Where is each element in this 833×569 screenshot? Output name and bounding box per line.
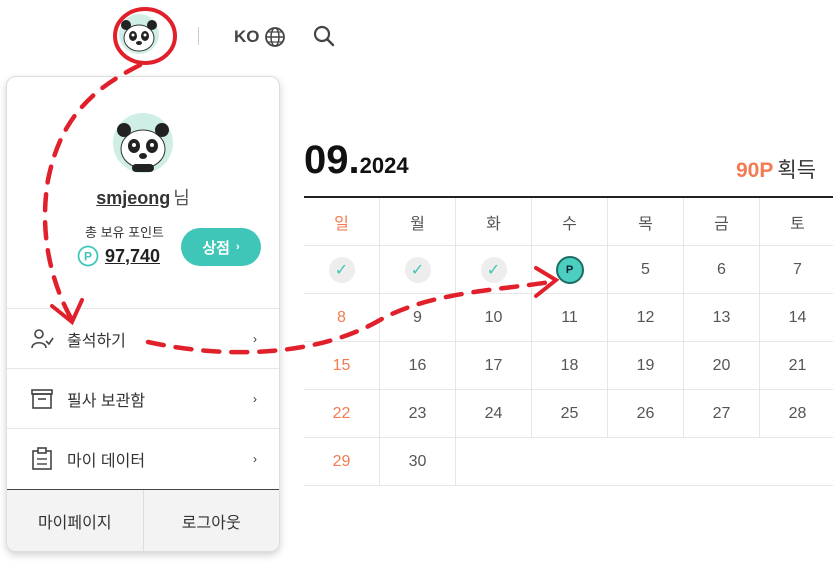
earned-points: 90P 획득 bbox=[736, 154, 816, 184]
calendar-week-row: ✓ ✓ ✓ P 5 6 7 bbox=[304, 246, 833, 294]
calendar-day: 28 bbox=[788, 404, 807, 422]
calendar-day: 27 bbox=[684, 390, 760, 437]
calendar-week-row: 15 16 17 18 19 20 21 bbox=[304, 342, 833, 390]
header-divider bbox=[198, 27, 199, 45]
earned-points-label: 획득 bbox=[777, 159, 817, 182]
calendar-year: 2024 bbox=[359, 153, 409, 178]
calendar-day: 20 bbox=[684, 342, 760, 389]
calendar-day: 22 bbox=[304, 390, 380, 437]
day-3-attended: ✓ bbox=[456, 246, 532, 293]
calendar-day: 18 bbox=[532, 342, 608, 389]
calendar-day: 14 bbox=[788, 308, 807, 326]
honorific: 님 bbox=[173, 188, 190, 208]
calendar-day: 7 bbox=[793, 260, 802, 278]
check-icon: ✓ bbox=[480, 256, 507, 283]
weekday-tue: 화 bbox=[456, 198, 532, 245]
search-icon bbox=[313, 25, 335, 47]
calendar-day: 11 bbox=[532, 294, 608, 341]
calendar-month: 09. bbox=[304, 138, 360, 182]
calendar-day-empty bbox=[756, 438, 831, 485]
weekday-header-row: 일 월 화 수 목 금 토 bbox=[304, 198, 833, 246]
calendar-day-empty bbox=[606, 438, 681, 485]
globe-icon bbox=[264, 27, 285, 47]
calendar-day: 9 bbox=[380, 294, 456, 341]
chevron-right-icon: › bbox=[253, 452, 257, 466]
day-1-attended: ✓ bbox=[304, 246, 380, 293]
calendar-day: 21 bbox=[788, 356, 807, 374]
calendar-day: 6 bbox=[684, 246, 760, 293]
calendar-day: 25 bbox=[532, 390, 608, 437]
point-coin-icon: P bbox=[77, 245, 99, 267]
calendar-day-empty bbox=[681, 438, 756, 485]
language-selector[interactable]: KO bbox=[234, 26, 286, 48]
clipboard-icon bbox=[29, 447, 55, 471]
svg-text:P: P bbox=[84, 250, 92, 264]
shop-button[interactable]: 상점 › bbox=[181, 228, 261, 266]
calendar-day: 23 bbox=[380, 390, 456, 437]
check-icon: ✓ bbox=[328, 256, 355, 283]
chevron-right-icon: › bbox=[235, 241, 240, 253]
archive-box-icon bbox=[29, 388, 55, 410]
calendar-day: 13 bbox=[684, 294, 760, 341]
points-value[interactable]: 97,740 bbox=[105, 246, 160, 267]
calendar-day-empty bbox=[456, 438, 531, 485]
calendar-day: 8 bbox=[304, 294, 380, 341]
weekday-wed: 수 bbox=[532, 198, 608, 245]
dropdown-footer: 마이페이지 로그아웃 bbox=[7, 489, 280, 551]
weekday-thu: 목 bbox=[608, 198, 684, 245]
calendar-day: 10 bbox=[456, 294, 532, 341]
calendar-day: 5 bbox=[608, 246, 684, 293]
username: smjeong bbox=[96, 188, 171, 208]
menu-item-label: 출석하기 bbox=[67, 333, 126, 350]
weekday-fri: 금 bbox=[684, 198, 760, 245]
calendar-day: 19 bbox=[608, 342, 684, 389]
calendar-day: 16 bbox=[380, 342, 456, 389]
menu-item-label: 필사 보관함 bbox=[67, 393, 146, 410]
calendar-week-row: 22 23 24 25 26 27 28 bbox=[304, 390, 833, 438]
calendar-day: 17 bbox=[456, 342, 532, 389]
weekday-mon: 월 bbox=[380, 198, 456, 245]
menu-item-my-data[interactable]: 마이 데이터 › bbox=[7, 428, 279, 489]
username-row: smjeong 님 bbox=[7, 184, 279, 210]
logout-button[interactable]: 로그아웃 bbox=[142, 490, 280, 551]
check-icon: ✓ bbox=[404, 256, 431, 283]
search-button[interactable] bbox=[312, 24, 336, 53]
day-2-attended: ✓ bbox=[380, 246, 456, 293]
calendar-week-row: 8 9 10 11 12 13 14 bbox=[304, 294, 833, 342]
calendar-day: 15 bbox=[304, 342, 380, 389]
calendar-day-empty bbox=[531, 438, 606, 485]
weekday-sat: 토 bbox=[790, 215, 805, 233]
calendar-week-row: 29 30 bbox=[304, 438, 833, 486]
profile-avatar-button[interactable] bbox=[118, 13, 160, 55]
calendar-day: 24 bbox=[456, 390, 532, 437]
shop-button-label: 상점 bbox=[202, 239, 230, 257]
points-row: P 97,740 bbox=[77, 245, 160, 267]
profile-dropdown: smjeong님 총 보유 포인트 P 97,740 상점 › 출석하기 › bbox=[6, 76, 280, 552]
attendance-calendar: 일 월 화 수 목 금 토 ✓ ✓ ✓ P 5 6 7 8 9 10 11 12… bbox=[304, 196, 833, 486]
chevron-right-icon: › bbox=[253, 332, 257, 346]
calendar-day: 30 bbox=[380, 438, 456, 485]
earned-points-value: 90P bbox=[736, 159, 774, 182]
day-4-today[interactable]: P bbox=[532, 246, 608, 293]
profile-avatar bbox=[112, 112, 174, 174]
menu-item-label: 마이 데이터 bbox=[67, 453, 146, 470]
menu-item-attendance[interactable]: 출석하기 › bbox=[7, 308, 279, 369]
chevron-right-icon: › bbox=[253, 392, 257, 406]
user-check-icon bbox=[29, 328, 55, 350]
point-badge-icon: P bbox=[555, 255, 584, 284]
weekday-sun: 일 bbox=[304, 198, 380, 245]
calendar-day: 29 bbox=[304, 438, 380, 485]
mypage-button[interactable]: 마이페이지 bbox=[7, 490, 143, 551]
calendar-month-title: 09.2024 bbox=[304, 138, 409, 183]
menu-item-archive[interactable]: 필사 보관함 › bbox=[7, 368, 279, 429]
points-label: 총 보유 포인트 bbox=[85, 225, 164, 240]
calendar-day: 12 bbox=[608, 294, 684, 341]
calendar-day: 26 bbox=[608, 390, 684, 437]
language-code: KO bbox=[234, 27, 260, 46]
